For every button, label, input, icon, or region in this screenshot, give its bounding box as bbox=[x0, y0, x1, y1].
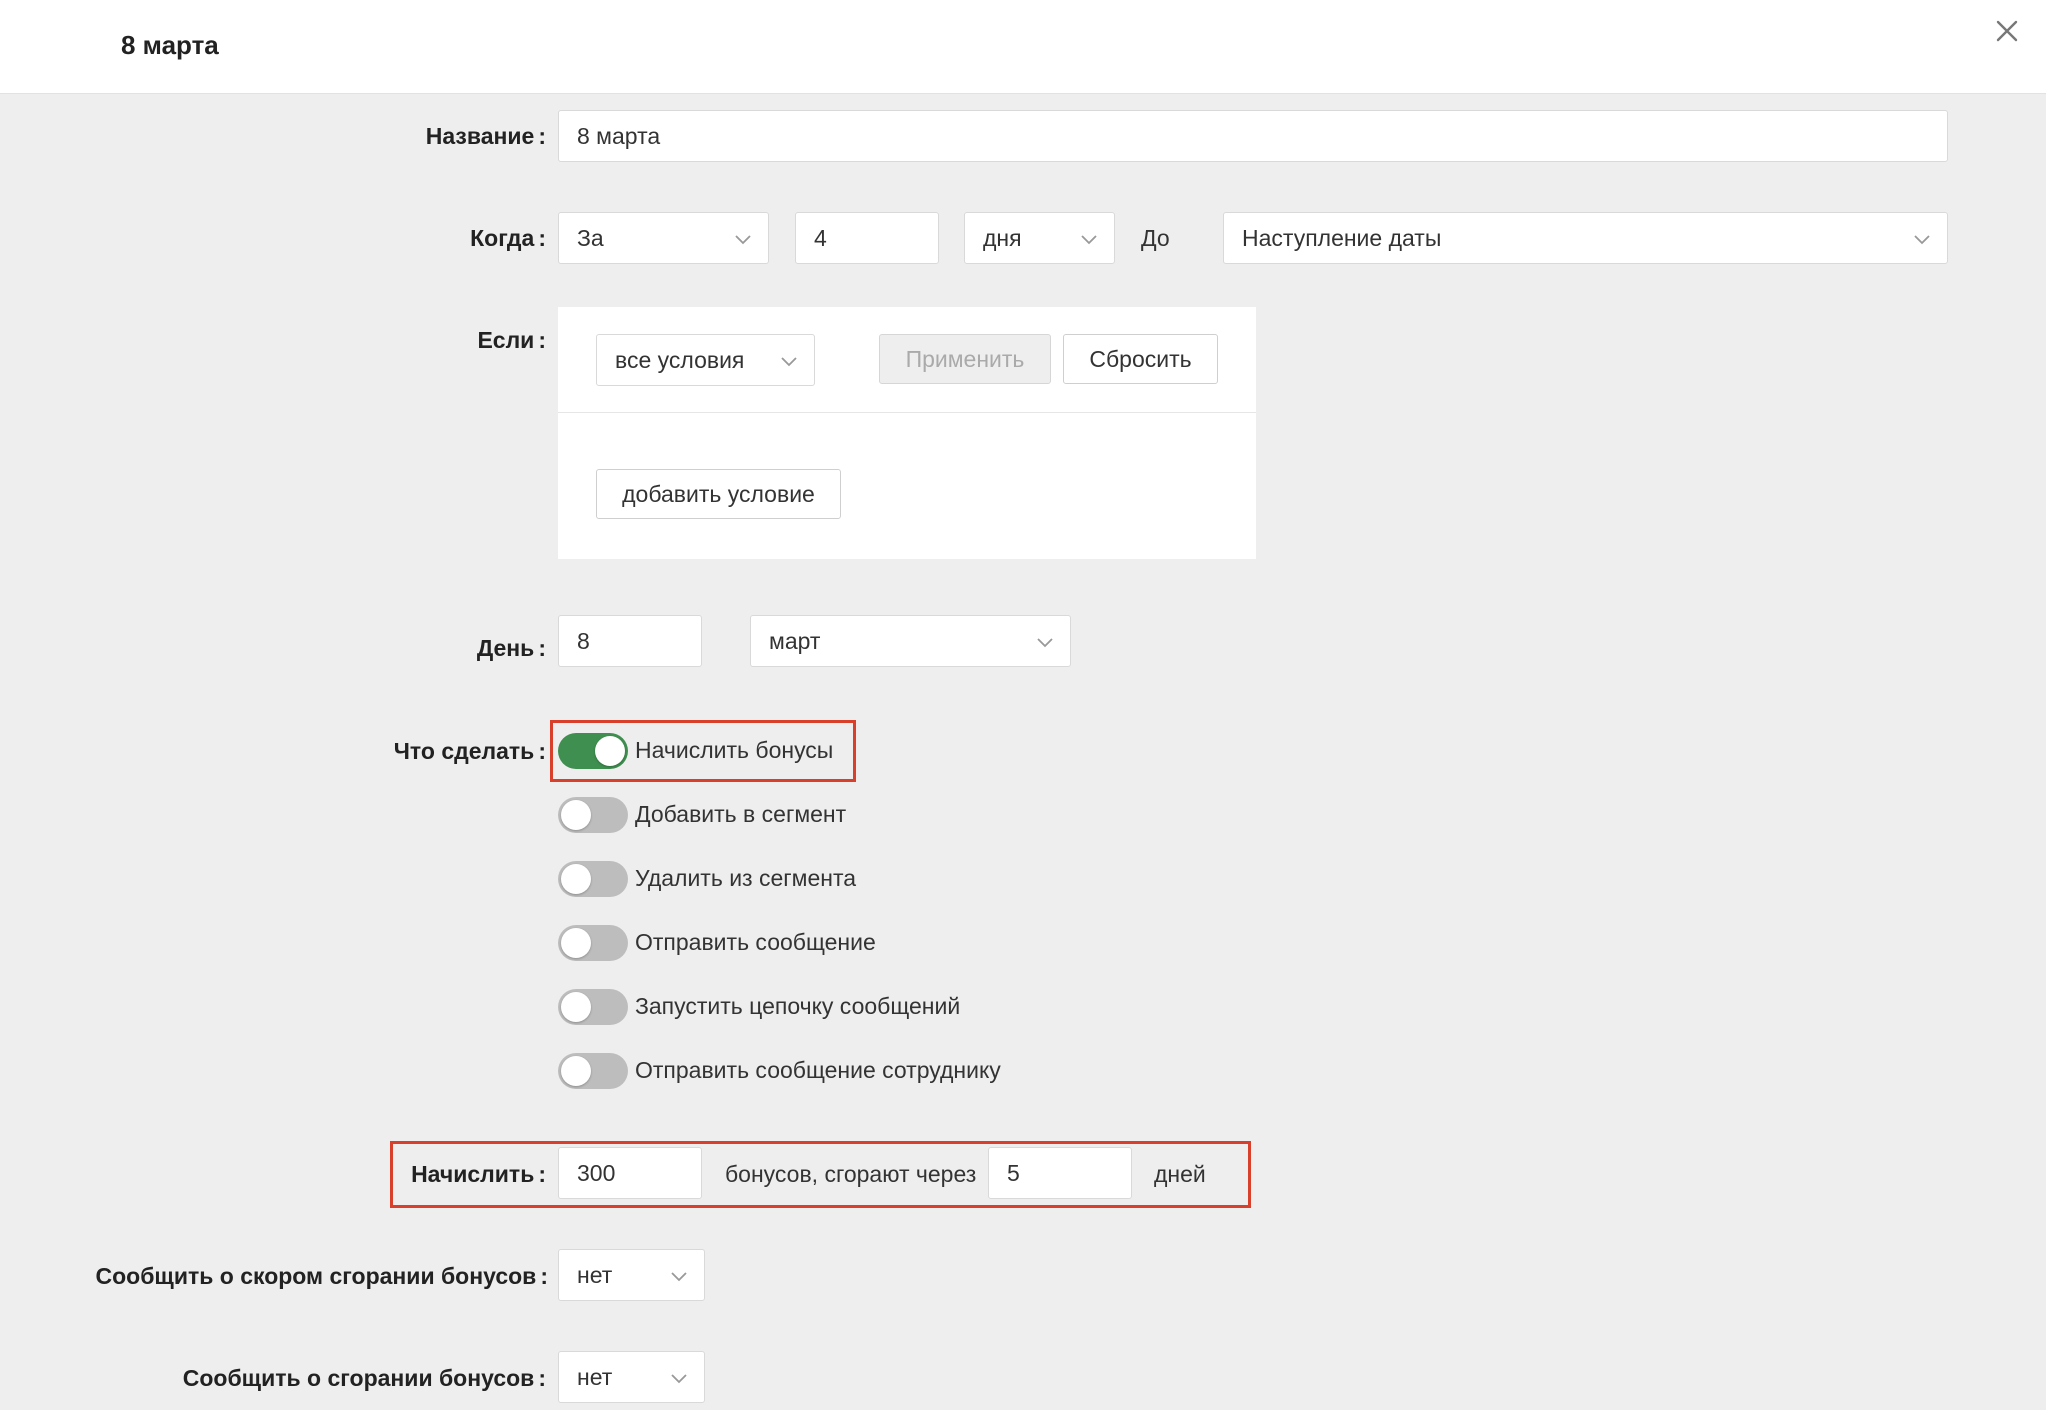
chevron-down-icon bbox=[781, 357, 797, 367]
close-icon[interactable] bbox=[1990, 14, 2024, 48]
notify-burn-select[interactable]: нет bbox=[558, 1351, 705, 1403]
add-condition-button[interactable]: добавить условие bbox=[596, 469, 841, 519]
when-unit-select[interactable]: дня bbox=[964, 212, 1115, 264]
name-input[interactable]: 8 марта bbox=[558, 110, 1948, 162]
accrue-suffix: дней bbox=[1154, 1161, 1206, 1187]
action-label: Начислить бонусы bbox=[635, 737, 834, 763]
toggle-switch[interactable] bbox=[558, 1053, 628, 1089]
action-accrue-bonuses[interactable]: Начислить бонусы bbox=[558, 731, 858, 771]
month-select[interactable]: март bbox=[750, 615, 1071, 667]
notify-burn-label: Сообщить о сгорании бонусов: bbox=[182, 1365, 546, 1391]
action-send-message[interactable]: Отправить сообщение bbox=[558, 923, 958, 963]
chevron-down-icon bbox=[671, 1374, 687, 1384]
modal-header: 8 марта bbox=[0, 0, 2046, 94]
when-label: Когда: bbox=[470, 225, 546, 251]
action-send-message-to-employee[interactable]: Отправить сообщение сотруднику bbox=[558, 1051, 1038, 1091]
toggle-switch[interactable] bbox=[558, 797, 628, 833]
name-label: Название: bbox=[425, 123, 546, 149]
chevron-down-icon bbox=[1914, 235, 1930, 245]
chevron-down-icon bbox=[1081, 235, 1097, 245]
reset-button[interactable]: Сбросить bbox=[1063, 334, 1218, 384]
apply-button[interactable]: Применить bbox=[879, 334, 1051, 384]
chevron-down-icon bbox=[735, 235, 751, 245]
notify-soon-select[interactable]: нет bbox=[558, 1249, 705, 1301]
toggle-switch[interactable] bbox=[558, 989, 628, 1025]
action-label: Отправить сообщение bbox=[635, 929, 876, 955]
when-amount-input[interactable]: 4 bbox=[795, 212, 939, 264]
action-label: Отправить сообщение сотруднику bbox=[635, 1057, 1001, 1083]
divider bbox=[558, 412, 1256, 413]
accrue-days-input[interactable]: 5 bbox=[988, 1147, 1132, 1199]
action-remove-from-segment[interactable]: Удалить из сегмента bbox=[558, 859, 958, 899]
action-add-to-segment[interactable]: Добавить в сегмент bbox=[558, 795, 958, 835]
conditions-label: Если: bbox=[477, 327, 546, 353]
when-event-select[interactable]: Наступление даты bbox=[1223, 212, 1948, 264]
accrue-middle-text: бонусов, сгорают через bbox=[725, 1161, 977, 1187]
toggle-switch[interactable] bbox=[558, 861, 628, 897]
toggle-switch[interactable] bbox=[558, 733, 628, 769]
conditions-mode-select[interactable]: все условия bbox=[596, 334, 815, 386]
action-label: Добавить в сегмент bbox=[635, 801, 847, 827]
notify-soon-label: Сообщить о скором сгорании бонусов: bbox=[95, 1263, 548, 1289]
action-label: Запустить цепочку сообщений bbox=[635, 993, 961, 1019]
chevron-down-icon bbox=[671, 1272, 687, 1282]
action-start-message-chain[interactable]: Запустить цепочку сообщений bbox=[558, 987, 1008, 1027]
actions-label: Что сделать: bbox=[393, 738, 546, 764]
until-label: До bbox=[1141, 225, 1170, 251]
conditions-card: все условия Применить Сбросить добавить … bbox=[558, 307, 1256, 559]
accrue-label: Начислить: bbox=[411, 1161, 546, 1187]
day-input[interactable]: 8 bbox=[558, 615, 702, 667]
chevron-down-icon bbox=[1037, 638, 1053, 648]
accrue-amount-input[interactable]: 300 bbox=[558, 1147, 702, 1199]
modal-title: 8 марта bbox=[121, 30, 219, 60]
action-label: Удалить из сегмента bbox=[635, 865, 857, 891]
when-relation-select[interactable]: За bbox=[558, 212, 769, 264]
toggle-switch[interactable] bbox=[558, 925, 628, 961]
day-label: День: bbox=[476, 635, 546, 661]
